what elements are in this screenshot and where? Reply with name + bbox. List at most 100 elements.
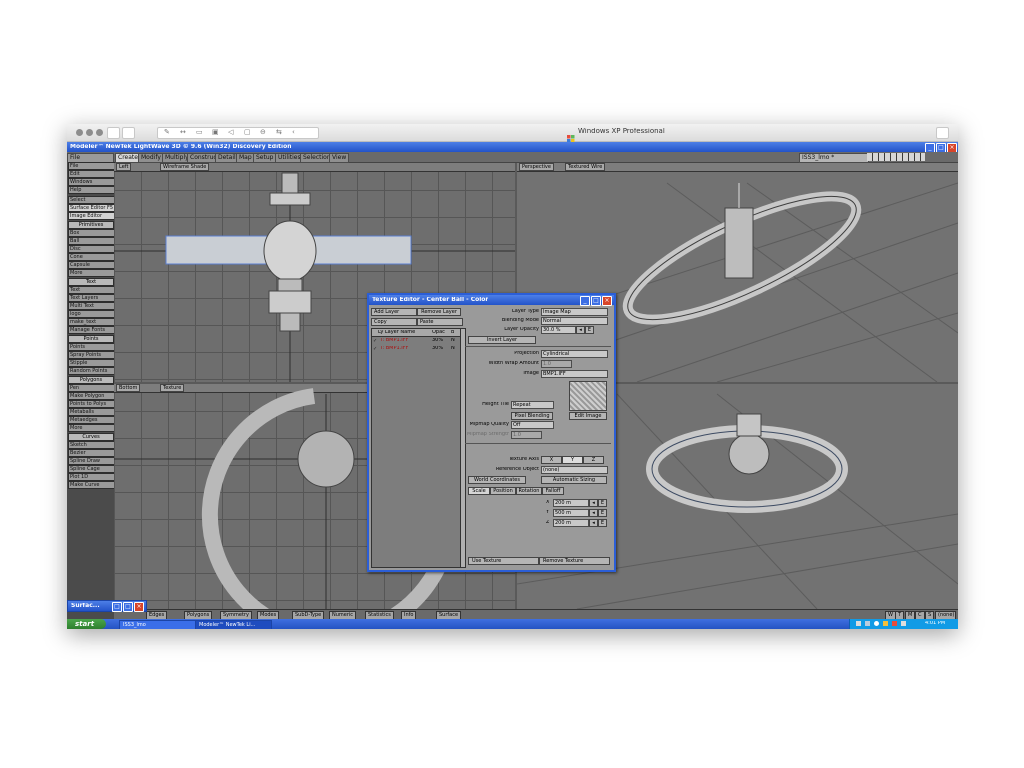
tool-make-curve[interactable]: Make Curve: [68, 481, 115, 489]
tool-capsule[interactable]: Capsule: [68, 261, 115, 269]
security-icon[interactable]: [883, 621, 888, 626]
invert-layer-button[interactable]: Invert Layer: [468, 336, 536, 344]
subtab-scale[interactable]: Scale: [468, 487, 490, 495]
info-icon[interactable]: [874, 621, 879, 626]
mipmap-quality-dropdown[interactable]: Off: [511, 421, 554, 429]
fullscreen-button[interactable]: [936, 127, 949, 139]
share-icon[interactable]: ⇆: [276, 128, 282, 136]
tool-make-text[interactable]: make_text: [68, 318, 115, 326]
printer-icon[interactable]: ▭: [196, 128, 203, 136]
tool-sketch[interactable]: Sketch: [68, 441, 115, 449]
tool-spline-cage[interactable]: Spline Cage: [68, 465, 115, 473]
surface-editor-minimized[interactable]: Surfac... □ □ ×: [67, 600, 147, 612]
axis-y-button[interactable]: Y: [562, 456, 583, 464]
subtab-position[interactable]: Position: [490, 487, 516, 495]
sidebar-toggle-button[interactable]: [107, 127, 120, 139]
layer-row[interactable]: ✓ I: BMP1.IFF 30% N: [372, 337, 460, 344]
volume-icon[interactable]: [901, 621, 906, 626]
tool-points-to-polys[interactable]: Points to Polys: [68, 400, 115, 408]
speaker-icon[interactable]: ◁: [228, 128, 233, 136]
tool-bezier[interactable]: Bezier: [68, 449, 115, 457]
tool-pen[interactable]: Pen: [68, 384, 115, 392]
task-iss3-folder[interactable]: ISS3_lmo: [119, 620, 196, 629]
tool-more-primitives[interactable]: More: [68, 269, 115, 277]
remove-texture-button[interactable]: Remove Texture: [539, 557, 610, 565]
tab-map[interactable]: Map: [236, 153, 255, 163]
layer-list-scrollbar[interactable]: [460, 328, 466, 568]
subtab-falloff[interactable]: Falloff: [542, 487, 564, 495]
select-dropdown[interactable]: Select: [68, 196, 115, 204]
reference-object-dropdown[interactable]: (none): [541, 466, 608, 474]
projection-dropdown[interactable]: Cylindrical: [541, 350, 608, 358]
e-button[interactable]: E: [585, 326, 594, 334]
maximize-button[interactable]: □: [123, 602, 133, 612]
tool-points[interactable]: Points: [68, 343, 115, 351]
tab-setup[interactable]: Setup: [253, 153, 277, 163]
menu-edit[interactable]: Edit: [68, 170, 115, 178]
world-coordinates-button[interactable]: World Coordinates: [468, 476, 526, 484]
tool-metaballs[interactable]: Metaballs: [68, 408, 115, 416]
tool-make-polygon[interactable]: Make Polygon: [68, 392, 115, 400]
axis-x-button[interactable]: X: [541, 456, 562, 464]
network-icon[interactable]: [856, 621, 861, 626]
pixel-blending-button[interactable]: Pixel Blending: [511, 412, 553, 420]
automatic-sizing-button[interactable]: Automatic Sizing: [541, 476, 607, 484]
view-button[interactable]: [122, 127, 135, 139]
e-button[interactable]: E: [598, 509, 607, 517]
tool-disc[interactable]: Disc: [68, 245, 115, 253]
vm-toolbar[interactable]: ✎ ↔ ▭ ▣ ◁ ▢ ⊖ ⇆ ‹: [157, 127, 319, 139]
paste-dropdown[interactable]: Paste: [417, 318, 463, 326]
tool-manage-fonts[interactable]: Manage Fonts: [68, 326, 115, 334]
e-button[interactable]: E: [598, 519, 607, 527]
surface-editor-button[interactable]: Surface Editor F5: [68, 204, 115, 212]
add-layer-dropdown[interactable]: Add Layer: [371, 308, 417, 316]
close-button[interactable]: ×: [134, 602, 144, 612]
height-tile-dropdown[interactable]: Repeat: [511, 401, 554, 409]
use-texture-button[interactable]: Use Texture: [468, 557, 539, 565]
camera-icon[interactable]: ▢: [244, 128, 251, 136]
remove-layer-button[interactable]: Remove Layer: [417, 308, 461, 316]
scale-x-field[interactable]: 200 m: [553, 499, 589, 507]
back-icon[interactable]: ‹: [292, 128, 295, 136]
scale-z-field[interactable]: 200 m: [553, 519, 589, 527]
blending-mode-dropdown[interactable]: Normal: [541, 317, 608, 325]
tool-metaedges[interactable]: Metaedges: [68, 416, 115, 424]
menu-help[interactable]: Help: [68, 186, 115, 194]
tool-logo[interactable]: logo: [68, 310, 115, 318]
tool-cone[interactable]: Cone: [68, 253, 115, 261]
envelope-button[interactable]: ◂: [589, 509, 598, 517]
tab-view[interactable]: View: [329, 153, 350, 163]
tab-modify[interactable]: Modify: [138, 153, 164, 163]
envelope-button[interactable]: ◂: [576, 326, 585, 334]
tool-ball[interactable]: Ball: [68, 237, 115, 245]
close-dot[interactable]: [76, 129, 83, 136]
tex-maximize-button[interactable]: □: [591, 296, 601, 306]
scale-y-field[interactable]: 500 m: [553, 509, 589, 517]
envelope-button[interactable]: ◂: [589, 499, 598, 507]
tool-text-layers[interactable]: Text Layers: [68, 294, 115, 302]
tool-text[interactable]: Text: [68, 286, 115, 294]
check-icon[interactable]: ✓: [373, 338, 377, 344]
object-dropdown[interactable]: ISS3_lmo *: [799, 153, 869, 163]
tool-spray-points[interactable]: Spray Points: [68, 351, 115, 359]
shield-icon[interactable]: [892, 621, 897, 626]
tool-multi-text[interactable]: Multi Text: [68, 302, 115, 310]
tool-stipple[interactable]: Stipple: [68, 359, 115, 367]
disk-icon[interactable]: ▣: [212, 128, 219, 136]
tool-plot-1d[interactable]: Plot 1D: [68, 473, 115, 481]
zoom-dot[interactable]: [96, 129, 103, 136]
subtab-rotation[interactable]: Rotation: [516, 487, 542, 495]
width-wrap-field[interactable]: 1.0: [541, 360, 572, 368]
layer-row[interactable]: ✓ I: BMP1.IFF 30% N: [372, 345, 460, 352]
tool-spline-draw[interactable]: Spline Draw: [68, 457, 115, 465]
mipmap-strength-field[interactable]: 1.0: [511, 431, 542, 439]
arrows-icon[interactable]: ↔: [180, 128, 186, 136]
layer-opacity-field[interactable]: 30.0 %: [541, 326, 576, 334]
edit-image-button[interactable]: Edit Image: [569, 412, 607, 420]
tool-more-polygons[interactable]: More: [68, 424, 115, 432]
layer-buttons[interactable]: [867, 153, 925, 161]
e-button[interactable]: E: [598, 499, 607, 507]
layer-type-dropdown[interactable]: Image Map: [541, 308, 608, 316]
copy-dropdown[interactable]: Copy: [371, 318, 417, 326]
start-button[interactable]: start: [67, 619, 106, 629]
